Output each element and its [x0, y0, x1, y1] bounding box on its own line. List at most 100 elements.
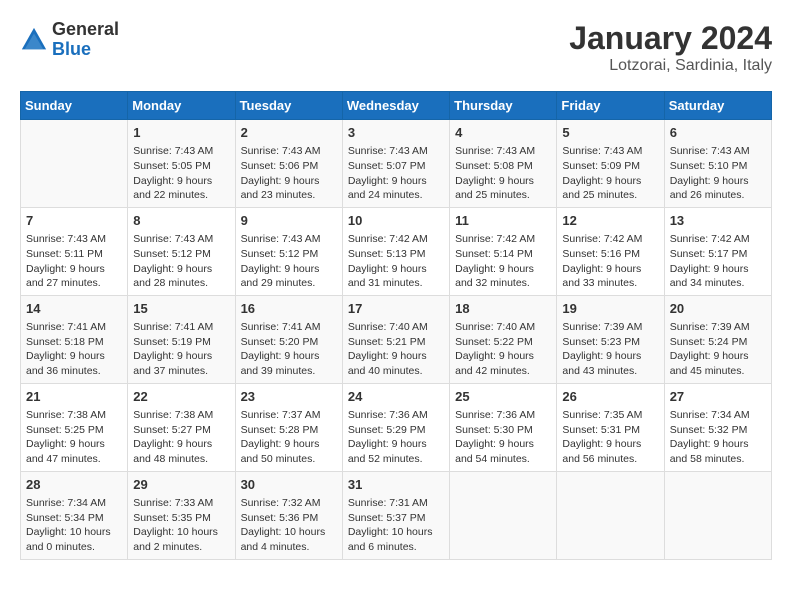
calendar-cell: 20Sunrise: 7:39 AMSunset: 5:24 PMDayligh…: [664, 295, 771, 383]
calendar-cell: 7Sunrise: 7:43 AMSunset: 5:11 PMDaylight…: [21, 207, 128, 295]
title-block: January 2024 Lotzorai, Sardinia, Italy: [569, 20, 772, 75]
day-number: 4: [455, 124, 551, 142]
calendar-cell: 10 Sunrise: 7:42 AMSunset: 5:13 PMDayligh…: [342, 207, 449, 295]
weekday-header-monday: Monday: [128, 92, 235, 120]
day-info: Sunrise: 7:34 AMSunset: 5:34 PMDaylight:…: [26, 496, 122, 555]
day-number: 14: [26, 300, 122, 318]
day-info: Sunrise: 7:43 AMSunset: 5:12 PMDaylight:…: [241, 232, 337, 291]
calendar-week-row: 14 Sunrise: 7:41 AMSunset: 5:18 PMDayligh…: [21, 295, 772, 383]
day-info: Sunrise: 7:42 AMSunset: 5:13 PMDaylight:…: [348, 232, 444, 291]
calendar-cell: 2 Sunrise: 7:43 AMSunset: 5:06 PMDaylight…: [235, 120, 342, 208]
page-header: General Blue January 2024 Lotzorai, Sard…: [20, 20, 772, 75]
day-info: Sunrise: 7:40 AMSunset: 5:21 PMDaylight:…: [348, 320, 444, 379]
day-info: Sunrise: 7:41 AMSunset: 5:18 PMDaylight:…: [26, 320, 122, 379]
calendar-cell: 31 Sunrise: 7:31 AMSunset: 5:37 PMDayligh…: [342, 471, 449, 559]
day-number: 5: [562, 124, 658, 142]
day-info: Sunrise: 7:43 AMSunset: 5:07 PMDaylight:…: [348, 144, 444, 203]
day-number: 24: [348, 388, 444, 406]
day-number: 9: [241, 212, 337, 230]
day-number: 31: [348, 476, 444, 494]
day-number: 1: [133, 124, 229, 142]
day-info: Sunrise: 7:36 AMSunset: 5:30 PMDaylight:…: [455, 408, 551, 467]
location-subtitle: Lotzorai, Sardinia, Italy: [569, 57, 772, 75]
day-info: Sunrise: 7:43 AMSunset: 5:09 PMDaylight:…: [562, 144, 658, 203]
day-number: 17: [348, 300, 444, 318]
day-info: Sunrise: 7:41 AMSunset: 5:20 PMDaylight:…: [241, 320, 337, 379]
calendar-cell: 29 Sunrise: 7:33 AMSunset: 5:35 PMDayligh…: [128, 471, 235, 559]
calendar-cell: 26 Sunrise: 7:35 AMSunset: 5:31 PMDayligh…: [557, 383, 664, 471]
logo-general: General: [52, 20, 119, 40]
day-info: Sunrise: 7:35 AMSunset: 5:31 PMDaylight:…: [562, 408, 658, 467]
calendar-cell: 15Sunrise: 7:41 AMSunset: 5:19 PMDayligh…: [128, 295, 235, 383]
calendar-cell: 18Sunrise: 7:40 AMSunset: 5:22 PMDayligh…: [450, 295, 557, 383]
weekday-header-tuesday: Tuesday: [235, 92, 342, 120]
day-number: 26: [562, 388, 658, 406]
calendar-week-row: 28 Sunrise: 7:34 AMSunset: 5:34 PMDayligh…: [21, 471, 772, 559]
day-info: Sunrise: 7:31 AMSunset: 5:37 PMDaylight:…: [348, 496, 444, 555]
calendar-cell: [450, 471, 557, 559]
day-number: 15: [133, 300, 229, 318]
calendar-week-row: 21 Sunrise: 7:38 AMSunset: 5:25 PMDayligh…: [21, 383, 772, 471]
day-info: Sunrise: 7:43 AMSunset: 5:05 PMDaylight:…: [133, 144, 229, 203]
day-info: Sunrise: 7:42 AMSunset: 5:14 PMDaylight:…: [455, 232, 551, 291]
weekday-header-friday: Friday: [557, 92, 664, 120]
day-number: 29: [133, 476, 229, 494]
month-title: January 2024: [569, 20, 772, 57]
day-number: 18: [455, 300, 551, 318]
calendar-week-row: 1 Sunrise: 7:43 AMSunset: 5:05 PMDaylight…: [21, 120, 772, 208]
weekday-header-sunday: Sunday: [21, 92, 128, 120]
day-info: Sunrise: 7:43 AMSunset: 5:10 PMDaylight:…: [670, 144, 766, 203]
calendar-cell: [557, 471, 664, 559]
calendar-cell: 19Sunrise: 7:39 AMSunset: 5:23 PMDayligh…: [557, 295, 664, 383]
calendar-cell: 8 Sunrise: 7:43 AMSunset: 5:12 PMDaylight…: [128, 207, 235, 295]
day-number: 28: [26, 476, 122, 494]
logo-blue: Blue: [52, 40, 119, 60]
calendar-body: 1 Sunrise: 7:43 AMSunset: 5:05 PMDaylight…: [21, 120, 772, 560]
day-info: Sunrise: 7:33 AMSunset: 5:35 PMDaylight:…: [133, 496, 229, 555]
day-number: 3: [348, 124, 444, 142]
logo-text: General Blue: [52, 20, 119, 60]
day-number: 6: [670, 124, 766, 142]
day-number: 8: [133, 212, 229, 230]
day-number: 27: [670, 388, 766, 406]
calendar-cell: 22Sunrise: 7:38 AMSunset: 5:27 PMDayligh…: [128, 383, 235, 471]
calendar-cell: 25Sunrise: 7:36 AMSunset: 5:30 PMDayligh…: [450, 383, 557, 471]
calendar-week-row: 7Sunrise: 7:43 AMSunset: 5:11 PMDaylight…: [21, 207, 772, 295]
day-info: Sunrise: 7:43 AMSunset: 5:11 PMDaylight:…: [26, 232, 122, 291]
calendar-cell: 12 Sunrise: 7:42 AMSunset: 5:16 PMDayligh…: [557, 207, 664, 295]
day-info: Sunrise: 7:43 AMSunset: 5:08 PMDaylight:…: [455, 144, 551, 203]
calendar-cell: 3 Sunrise: 7:43 AMSunset: 5:07 PMDaylight…: [342, 120, 449, 208]
logo-icon: [20, 26, 48, 54]
weekday-header-thursday: Thursday: [450, 92, 557, 120]
day-info: Sunrise: 7:42 AMSunset: 5:16 PMDaylight:…: [562, 232, 658, 291]
day-info: Sunrise: 7:36 AMSunset: 5:29 PMDaylight:…: [348, 408, 444, 467]
weekday-header-saturday: Saturday: [664, 92, 771, 120]
day-info: Sunrise: 7:38 AMSunset: 5:25 PMDaylight:…: [26, 408, 122, 467]
day-number: 10: [348, 212, 444, 230]
calendar-cell: 5 Sunrise: 7:43 AMSunset: 5:09 PMDaylight…: [557, 120, 664, 208]
day-info: Sunrise: 7:43 AMSunset: 5:12 PMDaylight:…: [133, 232, 229, 291]
calendar-cell: 1 Sunrise: 7:43 AMSunset: 5:05 PMDaylight…: [128, 120, 235, 208]
calendar-cell: 23Sunrise: 7:37 AMSunset: 5:28 PMDayligh…: [235, 383, 342, 471]
day-info: Sunrise: 7:43 AMSunset: 5:06 PMDaylight:…: [241, 144, 337, 203]
day-number: 23: [241, 388, 337, 406]
calendar-cell: 17 Sunrise: 7:40 AMSunset: 5:21 PMDayligh…: [342, 295, 449, 383]
day-number: 11: [455, 212, 551, 230]
day-number: 13: [670, 212, 766, 230]
weekday-header-row: SundayMondayTuesdayWednesdayThursdayFrid…: [21, 92, 772, 120]
day-info: Sunrise: 7:34 AMSunset: 5:32 PMDaylight:…: [670, 408, 766, 467]
day-number: 21: [26, 388, 122, 406]
calendar-cell: 24 Sunrise: 7:36 AMSunset: 5:29 PMDayligh…: [342, 383, 449, 471]
day-number: 12: [562, 212, 658, 230]
calendar-cell: 30Sunrise: 7:32 AMSunset: 5:36 PMDayligh…: [235, 471, 342, 559]
calendar-cell: [21, 120, 128, 208]
calendar-table: SundayMondayTuesdayWednesdayThursdayFrid…: [20, 91, 772, 560]
day-info: Sunrise: 7:39 AMSunset: 5:24 PMDaylight:…: [670, 320, 766, 379]
calendar-cell: 6 Sunrise: 7:43 AMSunset: 5:10 PMDaylight…: [664, 120, 771, 208]
calendar-cell: 9 Sunrise: 7:43 AMSunset: 5:12 PMDaylight…: [235, 207, 342, 295]
day-number: 22: [133, 388, 229, 406]
day-number: 2: [241, 124, 337, 142]
calendar-cell: 28 Sunrise: 7:34 AMSunset: 5:34 PMDayligh…: [21, 471, 128, 559]
calendar-cell: 27 Sunrise: 7:34 AMSunset: 5:32 PMDayligh…: [664, 383, 771, 471]
calendar-cell: 14 Sunrise: 7:41 AMSunset: 5:18 PMDayligh…: [21, 295, 128, 383]
